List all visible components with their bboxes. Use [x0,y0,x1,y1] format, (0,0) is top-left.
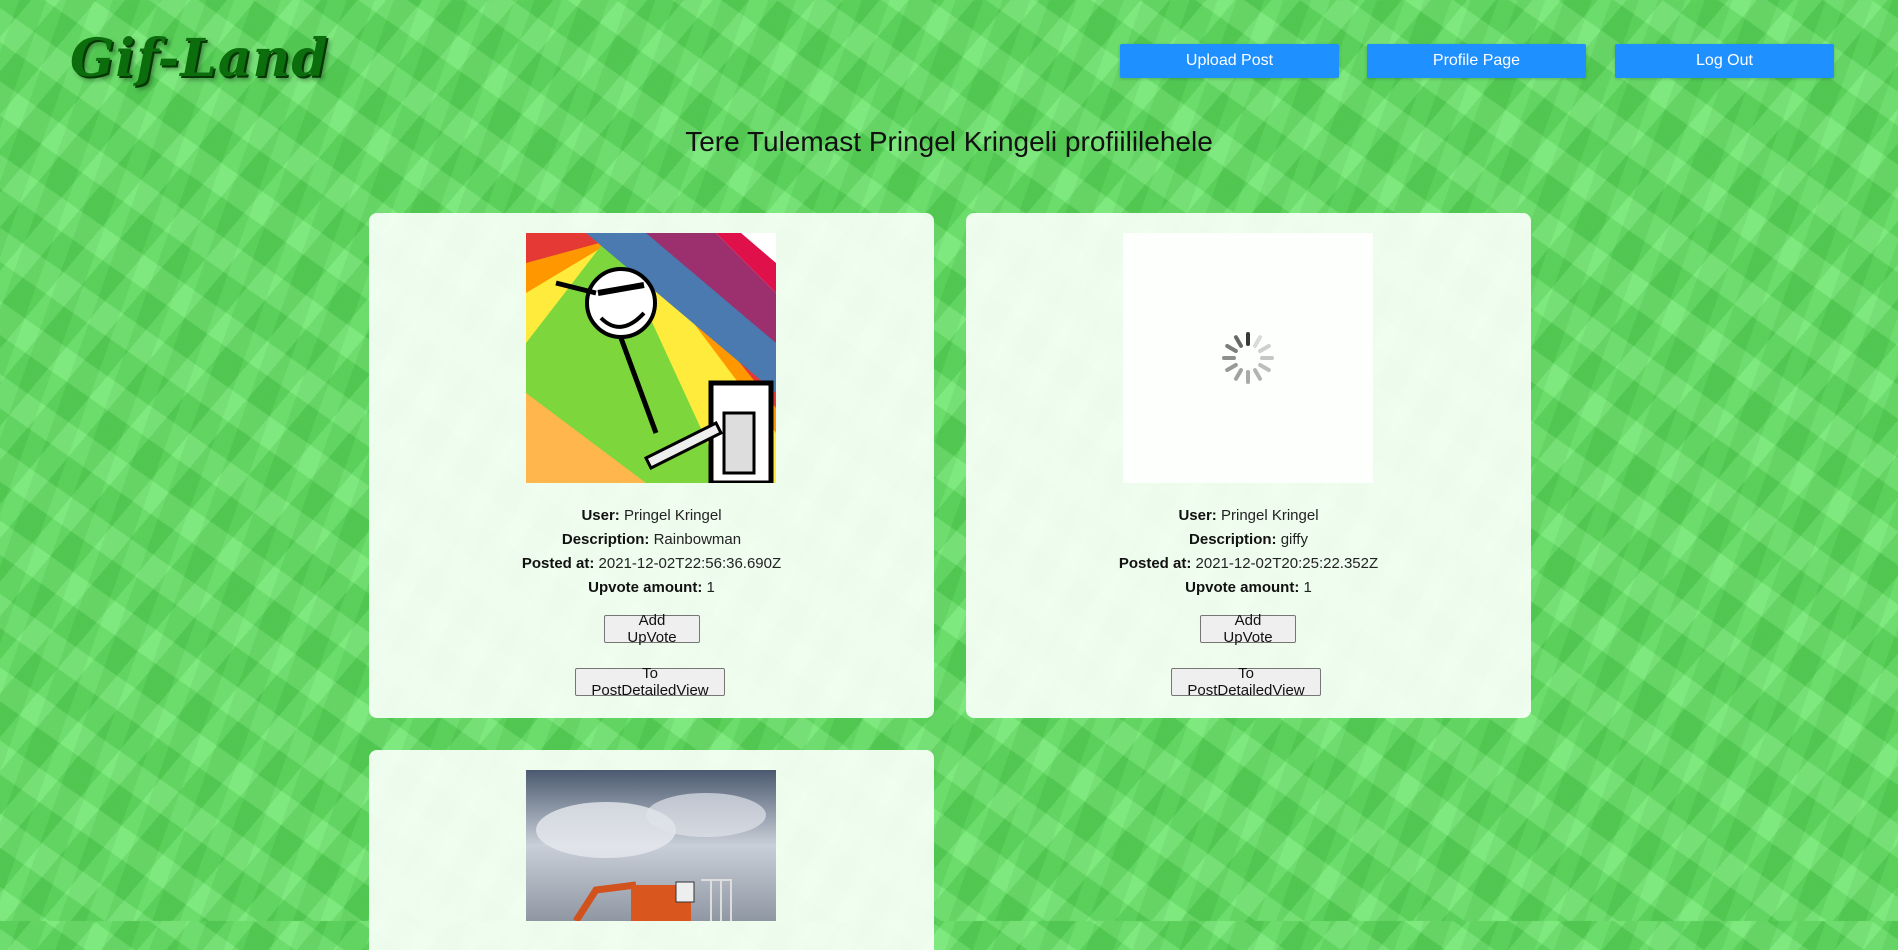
upvote-label: Upvote amount: [1185,579,1300,596]
loading-spinner-icon [1123,233,1373,483]
post-description: Rainbowman [653,531,742,548]
page-title: Tere Tulemast Pringel Kringeli profiilil… [685,126,1213,157]
add-upvote-button[interactable]: Add UpVote [604,612,700,646]
posted-at-label: Posted at: [1118,555,1192,572]
add-upvote-button[interactable]: Add UpVote [1200,612,1296,646]
post-card: User: Pringel Kringel Description: Rainb… [369,213,934,718]
post-image-loading [1123,233,1373,483]
post-upvotes: 1 [1303,579,1312,596]
site-logo: Gif-Land [70,28,329,89]
logout-button[interactable]: Log Out [1615,44,1834,78]
post-meta: User: Pringel Kringel Description: giffy… [966,504,1531,600]
user-label: User: [1178,507,1217,524]
post-detail-button[interactable]: To PostDetailedView [1171,665,1321,699]
post-description: giffy [1280,531,1308,548]
post-meta: User: Pringel Kringel Description: Rainb… [369,504,934,600]
profile-page-button[interactable]: Profile Page [1367,44,1586,78]
description-label: Description: [561,531,650,548]
post-card: User: Pringel Kringel Description: giffy… [966,213,1531,718]
post-upvotes: 1 [706,579,715,596]
post-date: 2021-12-02T20:25:22.352Z [1195,555,1379,572]
post-card [369,750,934,950]
user-label: User: [581,507,620,524]
upvote-label: Upvote amount: [588,579,703,596]
post-image-rainbowman [526,233,776,483]
upload-post-button[interactable]: Upload Post [1120,44,1339,78]
post-user: Pringel Kringel [623,507,722,524]
post-user: Pringel Kringel [1220,507,1319,524]
post-detail-button[interactable]: To PostDetailedView [575,665,725,699]
post-date: 2021-12-02T22:56:36.690Z [598,555,782,572]
description-label: Description: [1189,531,1277,548]
posted-at-label: Posted at: [521,555,595,572]
post-image-excavator [526,770,776,921]
